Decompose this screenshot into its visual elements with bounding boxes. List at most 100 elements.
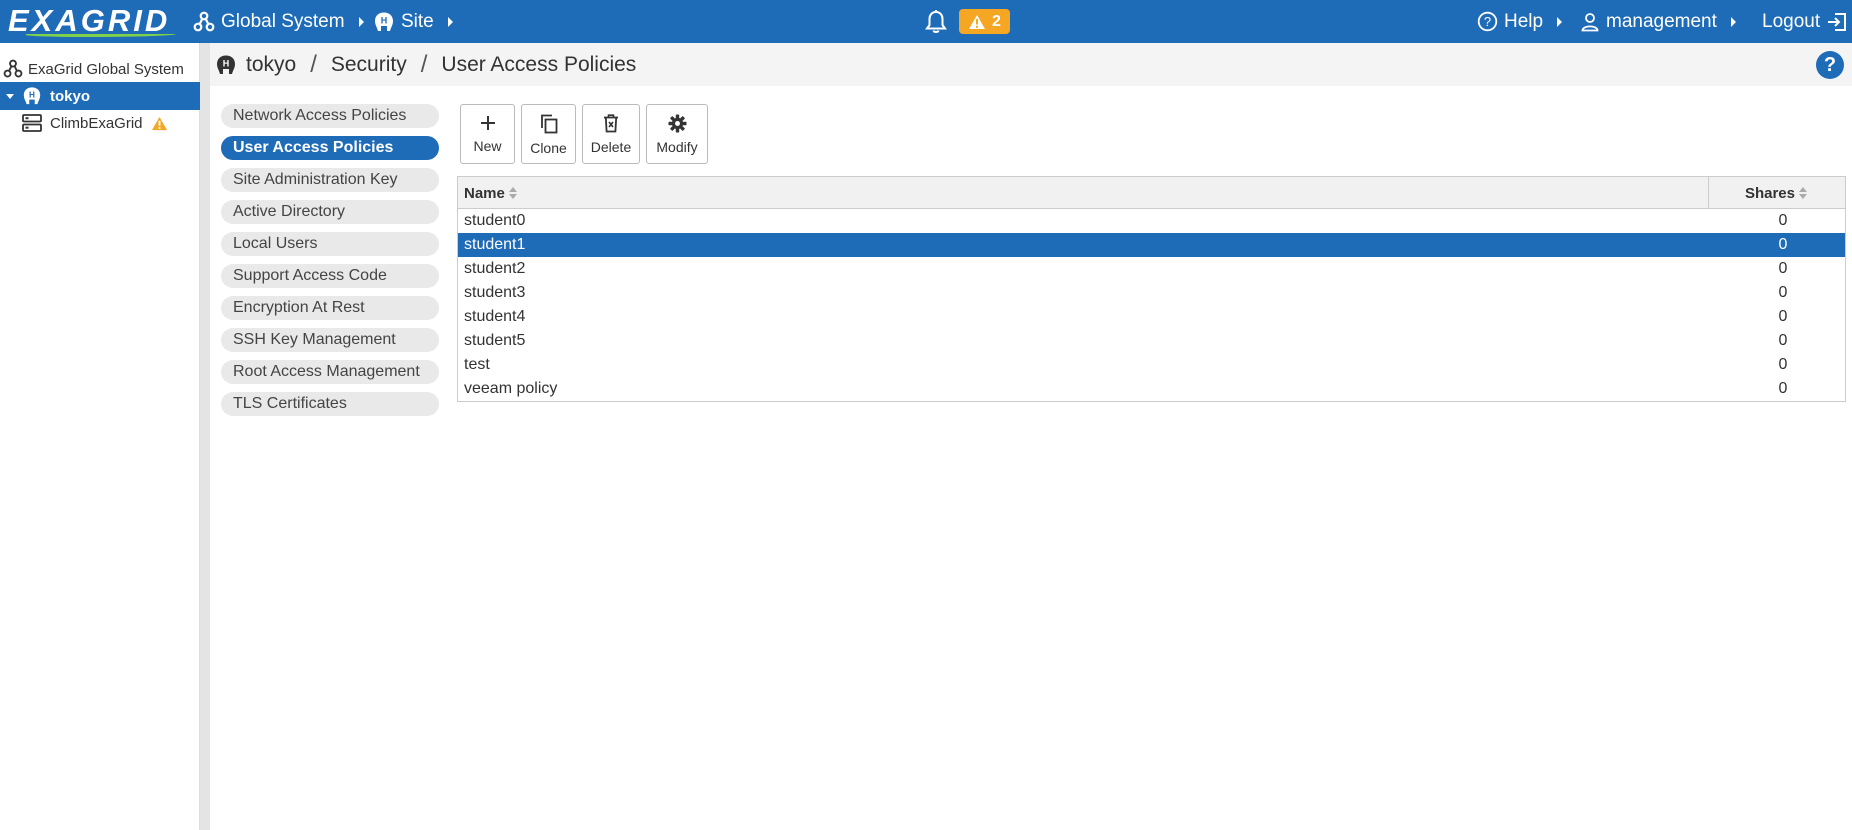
site-menu[interactable]: H Site [373,0,453,43]
help-circle-icon: ? [1477,11,1498,32]
caret-right-icon [1730,16,1736,27]
subnav-support-access-code[interactable]: Support Access Code [221,264,439,288]
warning-icon [151,116,167,130]
new-button[interactable]: New [460,104,515,164]
subnav-tls-certificates[interactable]: TLS Certificates [221,392,439,416]
server-icon [22,114,42,132]
caret-right-icon [358,16,364,27]
tree-item-climbexagrid[interactable]: ClimbExaGrid [0,109,200,137]
column-divider[interactable] [1708,177,1709,209]
breadcrumb-page: User Access Policies [441,52,637,76]
table-row[interactable]: student5 0 [458,329,1845,353]
alert-count: 2 [992,12,1001,30]
cell-shares: 0 [1778,308,1788,325]
site-icon: H [23,87,41,105]
subnav-active-directory[interactable]: Active Directory [221,200,439,224]
subnav-ssh-key-management[interactable]: SSH Key Management [221,328,439,352]
table-row[interactable]: student3 0 [458,281,1845,305]
cell-shares: 0 [1778,284,1788,301]
policies-table: Name Shares student0 0 student1 0 studen… [457,176,1846,402]
site-label: Site [401,10,434,32]
user-icon [1581,12,1599,31]
cell-name: student4 [464,308,526,325]
table-row[interactable]: veeam policy 0 [458,377,1845,401]
cell-name: student2 [464,260,526,277]
clone-button[interactable]: Clone [521,104,576,164]
cell-name: student5 [464,332,526,349]
trash-icon [604,114,618,133]
subnav-encryption-at-rest[interactable]: Encryption At Rest [221,296,439,320]
table-row[interactable]: test 0 [458,353,1845,377]
cell-name: test [464,356,490,373]
cell-shares: 0 [1778,380,1788,397]
site-icon: H [375,12,393,31]
breadcrumb-separator: / [420,50,428,78]
page-help-button[interactable]: ? [1816,51,1844,79]
column-header-name[interactable]: Name [464,185,517,202]
tree-item-global-system[interactable]: ExaGrid Global System [0,55,200,83]
exagrid-logo[interactable]: EXAGRID [8,2,180,40]
bell-icon [925,9,947,33]
gear-icon [667,114,687,133]
delete-button[interactable]: Delete [582,104,640,164]
svg-text:?: ? [1484,14,1491,29]
help-menu[interactable]: ? Help [1477,0,1563,43]
svg-text:H: H [381,15,388,25]
subnav-local-users[interactable]: Local Users [221,232,439,256]
subnav-root-access-management[interactable]: Root Access Management [221,360,439,384]
site-icon: H [217,55,235,74]
logout-button[interactable]: Logout [1762,0,1852,43]
cell-shares: 0 [1778,260,1788,277]
navigation-tree: ExaGrid Global System H tokyo ClimbExaGr… [0,43,200,830]
expand-caret-icon[interactable] [6,93,14,99]
svg-text:H: H [29,90,35,99]
new-label: New [473,138,502,154]
breadcrumb-site[interactable]: tokyo [246,53,296,77]
subnav-site-administration-key[interactable]: Site Administration Key [221,168,439,192]
panel-splitter[interactable] [200,43,210,830]
subnav-user-access-policies[interactable]: User Access Policies [221,136,439,160]
svg-text:H: H [223,58,230,68]
table-row[interactable]: student2 0 [458,257,1845,281]
global-system-menu[interactable]: Global System [193,0,364,43]
user-menu[interactable]: management [1580,0,1736,43]
modify-button[interactable]: Modify [646,104,708,164]
table-row[interactable]: student4 0 [458,305,1845,329]
subnav-network-access-policies[interactable]: Network Access Policies [221,104,439,128]
breadcrumb-section[interactable]: Security [331,53,407,77]
breadcrumb-separator: / [310,50,317,78]
caret-right-icon [1557,16,1563,27]
tree-item-label: ClimbExaGrid [50,114,143,132]
global-system-icon [193,11,215,31]
cell-shares: 0 [1778,332,1788,349]
delete-label: Delete [590,139,632,155]
breadcrumb: H tokyo / Security / User Access Policie… [210,43,1852,86]
caret-right-icon [447,16,453,27]
tree-item-tokyo[interactable]: H tokyo [0,82,200,110]
global-system-icon [3,59,23,78]
modify-label: Modify [656,139,698,155]
warning-icon [969,14,986,29]
top-bar: EXAGRID Global System H Site 2 ? Help ma… [0,0,1852,43]
help-label: Help [1504,10,1544,32]
column-header-shares[interactable]: Shares [1745,185,1807,202]
notifications-button[interactable] [924,0,954,43]
cell-shares: 0 [1778,356,1788,373]
plus-icon [480,116,495,130]
tree-item-label: tokyo [50,87,91,105]
cell-name: student1 [464,236,526,253]
user-label: management [1606,10,1717,32]
logout-icon [1828,12,1847,31]
alert-badge[interactable]: 2 [959,9,1010,34]
table-row[interactable]: student1 0 [458,233,1845,257]
cell-shares: 0 [1778,212,1788,229]
cell-shares: 0 [1778,236,1788,253]
cell-name: student3 [464,284,526,301]
global-system-label: Global System [221,10,345,32]
cell-name: student0 [464,212,526,229]
clone-label: Clone [530,140,567,156]
copy-icon [540,114,557,134]
table-header: Name Shares [458,177,1845,209]
logout-label: Logout [1762,10,1821,32]
table-row[interactable]: student0 0 [458,209,1845,233]
